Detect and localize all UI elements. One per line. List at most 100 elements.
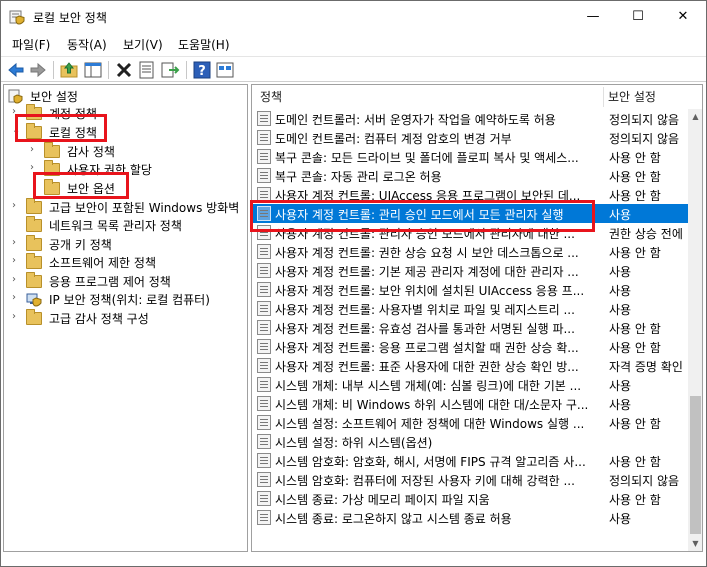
- close-button[interactable]: ✕: [660, 1, 706, 33]
- policy-row[interactable]: 도메인 컨트롤러: 컴퓨터 계정 암호의 변경 거부 정의되지 않음: [252, 128, 688, 147]
- up-folder-icon[interactable]: [59, 60, 79, 80]
- menu-help[interactable]: 도움말(H): [178, 36, 230, 53]
- security-settings-icon: [8, 89, 23, 104]
- policy-name: 사용자 계정 컨트롤: 보안 위치에 설치된 UIAccess 응용 프...: [275, 284, 585, 298]
- policy-setting: 정의되지 않음: [609, 113, 680, 127]
- policy-icon: [257, 301, 271, 316]
- tree-item-label: 보안 옵션: [67, 182, 115, 196]
- export-list-icon[interactable]: [160, 60, 180, 80]
- policy-name: 시스템 설정: 하위 시스템(옵션): [275, 436, 433, 450]
- tree-item-security-options[interactable]: 보안 옵션: [30, 179, 240, 197]
- policy-row[interactable]: 시스템 개체: 비 Windows 하위 시스템에 대한 대/소문자 구... 사…: [252, 394, 688, 413]
- forward-arrow-icon[interactable]: [28, 60, 48, 80]
- collapse-chevron-icon[interactable]: ⌄: [12, 125, 22, 139]
- expand-chevron-icon[interactable]: ›: [12, 292, 22, 306]
- expand-chevron-icon[interactable]: ›: [30, 144, 40, 158]
- policy-row[interactable]: 시스템 개체: 내부 시스템 개체(예: 심볼 링크)에 대한 기본 ... 사용: [252, 375, 688, 394]
- policy-row[interactable]: 시스템 종료: 가상 메모리 페이지 파일 지움 사용 안 함: [252, 489, 688, 508]
- policy-row[interactable]: 사용자 계정 컨트롤: 기본 제공 관리자 계정에 대한 관리자 ... 사용: [252, 261, 688, 280]
- tree-item-software-restriction[interactable]: › 소프트웨어 제한 정책: [12, 253, 242, 271]
- tree-item-audit-policy[interactable]: › 감사 정책: [30, 142, 240, 160]
- window-title: 로컬 보안 정책: [33, 11, 107, 25]
- expand-chevron-icon[interactable]: ›: [12, 237, 22, 251]
- policy-row[interactable]: 사용자 계정 컨트롤: 응용 프로그램 설치할 때 권한 상승 확... 사용 안…: [252, 337, 688, 356]
- tree-item-network-list[interactable]: 네트워크 목록 관리자 정책: [12, 216, 242, 234]
- policy-row[interactable]: 사용자 계정 컨트롤: 유효성 검사를 통과한 서명된 실행 파... 사용 안 …: [252, 318, 688, 337]
- policy-list-pane: 정책 보안 설정 도메인 컨트롤러: 서버 운영자가 작업을 예약하도록 허용 정…: [251, 84, 703, 552]
- policy-name: 시스템 설정: 소프트웨어 제한 정책에 대한 Windows 실행 ...: [275, 417, 585, 431]
- policy-row[interactable]: 사용자 계정 컨트롤: 표준 사용자에 대한 권한 상승 확인 방... 자격 증…: [252, 356, 688, 375]
- tree-item-advanced-audit[interactable]: › 고급 감사 정책 구성: [12, 309, 242, 327]
- policy-name: 사용자 계정 컨트롤: UIAccess 응용 프로그램이 보안된 데...: [275, 189, 581, 203]
- show-hide-tree-icon[interactable]: [83, 60, 103, 80]
- scroll-down-arrow-icon[interactable]: ▼: [688, 536, 702, 551]
- policy-row[interactable]: 시스템 종료: 로그온하지 않고 시스템 종료 허용 사용: [252, 508, 688, 527]
- expand-chevron-icon[interactable]: ›: [12, 311, 22, 325]
- tree-item-account-policy[interactable]: › 계정 정책: [12, 104, 242, 122]
- folder-icon: [26, 216, 42, 233]
- back-arrow-icon[interactable]: [6, 60, 26, 80]
- policy-row[interactable]: 사용자 계정 컨트롤: 권한 상승 요청 시 보안 데스크톱으로 ... 사용 안…: [252, 242, 688, 261]
- vertical-scrollbar[interactable]: ▲ ▼: [688, 109, 702, 551]
- column-header-policy[interactable]: 정책: [260, 85, 282, 109]
- expand-chevron-icon[interactable]: ›: [12, 106, 22, 120]
- folder-icon: [44, 179, 60, 196]
- policy-name: 시스템 암호화: 컴퓨터에 저장된 사용자 키에 대해 강력한 ...: [275, 474, 575, 488]
- policy-setting: 사용: [609, 265, 632, 279]
- policy-icon: [257, 396, 271, 411]
- policy-setting: 사용 안 함: [609, 170, 661, 184]
- tree-root-label: 보안 설정: [30, 90, 78, 104]
- policy-row[interactable]: 사용자 계정 컨트롤: 관리자 승인 모드에서 관리자에 대한 ... 권한 상승…: [252, 223, 688, 242]
- maximize-button[interactable]: ☐: [615, 1, 661, 33]
- policy-row[interactable]: 복구 콘솔: 모든 드라이브 및 폴더에 플로피 복사 및 액세스... 사용 안…: [252, 147, 688, 166]
- policy-row[interactable]: 사용자 계정 컨트롤: 보안 위치에 설치된 UIAccess 응용 프... 사…: [252, 280, 688, 299]
- policy-row[interactable]: 시스템 암호화: 컴퓨터에 저장된 사용자 키에 대해 강력한 ... 정의되지 …: [252, 470, 688, 489]
- policy-name: 사용자 계정 컨트롤: 응용 프로그램 설치할 때 권한 상승 확...: [275, 341, 579, 355]
- expand-chevron-icon[interactable]: ›: [30, 162, 40, 176]
- policy-row[interactable]: 사용자 계정 컨트롤: 사용자별 위치로 파일 및 레지스트리 ... 사용: [252, 299, 688, 318]
- delete-icon[interactable]: [114, 60, 134, 80]
- tree-item-ip-security[interactable]: › IP 보안 정책(위치: 로컬 컴퓨터): [12, 290, 242, 308]
- tree-item-firewall[interactable]: › 고급 보안이 포함된 Windows 방화벽: [12, 198, 247, 216]
- tree-item-label: 고급 보안이 포함된 Windows 방화벽: [49, 201, 240, 215]
- tree-item-label: 사용자 권한 할당: [67, 163, 152, 177]
- folder-icon: [26, 123, 42, 140]
- policy-icon: [257, 111, 271, 126]
- column-header-setting[interactable]: 보안 설정: [608, 85, 656, 109]
- policy-setting: 사용 안 함: [609, 189, 661, 203]
- policy-row-selected[interactable]: 사용자 계정 컨트롤: 관리 승인 모드에서 모든 관리자 실행 사용: [252, 204, 688, 223]
- tree-item-label: 소프트웨어 제한 정책: [49, 256, 156, 270]
- policy-setting: 사용: [609, 208, 632, 222]
- expand-chevron-icon[interactable]: ›: [12, 200, 22, 214]
- tree-item-user-rights[interactable]: › 사용자 권한 할당: [30, 160, 240, 178]
- tree-item-local-policy[interactable]: ⌄ 로컬 정책: [12, 123, 242, 141]
- tree-item-label: 감사 정책: [67, 145, 115, 159]
- policy-row[interactable]: 사용자 계정 컨트롤: UIAccess 응용 프로그램이 보안된 데... 사용…: [252, 185, 688, 204]
- expand-chevron-icon[interactable]: ›: [12, 274, 22, 288]
- tree-item-label: IP 보안 정책(위치: 로컬 컴퓨터): [49, 293, 210, 307]
- policy-setting: 사용: [609, 379, 632, 393]
- minimize-button[interactable]: —: [570, 1, 616, 33]
- policy-row[interactable]: 복구 콘솔: 자동 관리 로그온 허용 사용 안 함: [252, 166, 688, 185]
- policy-row[interactable]: 시스템 설정: 소프트웨어 제한 정책에 대한 Windows 실행 ... 사용…: [252, 413, 688, 432]
- tree-item-public-key[interactable]: › 공개 키 정책: [12, 235, 242, 253]
- policy-row[interactable]: 도메인 컨트롤러: 서버 운영자가 작업을 예약하도록 허용 정의되지 않음: [252, 109, 688, 128]
- scrollbar-thumb[interactable]: [690, 396, 701, 534]
- properties-icon[interactable]: [137, 60, 157, 80]
- help-icon[interactable]: ?: [192, 60, 212, 80]
- scroll-up-arrow-icon[interactable]: ▲: [688, 109, 702, 124]
- console-view-icon[interactable]: [215, 60, 235, 80]
- policy-name: 사용자 계정 컨트롤: 권한 상승 요청 시 보안 데스크톱으로 ...: [275, 246, 579, 260]
- menu-view[interactable]: 보기(V): [123, 36, 163, 53]
- menu-action[interactable]: 동작(A): [67, 36, 107, 53]
- tree-root[interactable]: 보안 설정: [8, 87, 238, 105]
- policy-row[interactable]: 시스템 설정: 하위 시스템(옵션): [252, 432, 688, 451]
- menu-file[interactable]: 파일(F): [12, 36, 50, 53]
- toolbar: ?: [1, 56, 706, 82]
- policy-name: 복구 콘솔: 모든 드라이브 및 폴더에 플로피 복사 및 액세스...: [275, 151, 579, 165]
- policy-name: 사용자 계정 컨트롤: 표준 사용자에 대한 권한 상승 확인 방...: [275, 360, 579, 374]
- expand-chevron-icon[interactable]: ›: [12, 255, 22, 269]
- policy-name: 시스템 개체: 내부 시스템 개체(예: 심볼 링크)에 대한 기본 ...: [275, 379, 582, 393]
- tree-item-app-control[interactable]: › 응용 프로그램 제어 정책: [12, 272, 242, 290]
- policy-row[interactable]: 시스템 암호화: 암호화, 해시, 서명에 FIPS 규격 알고리즘 사... 사…: [252, 451, 688, 470]
